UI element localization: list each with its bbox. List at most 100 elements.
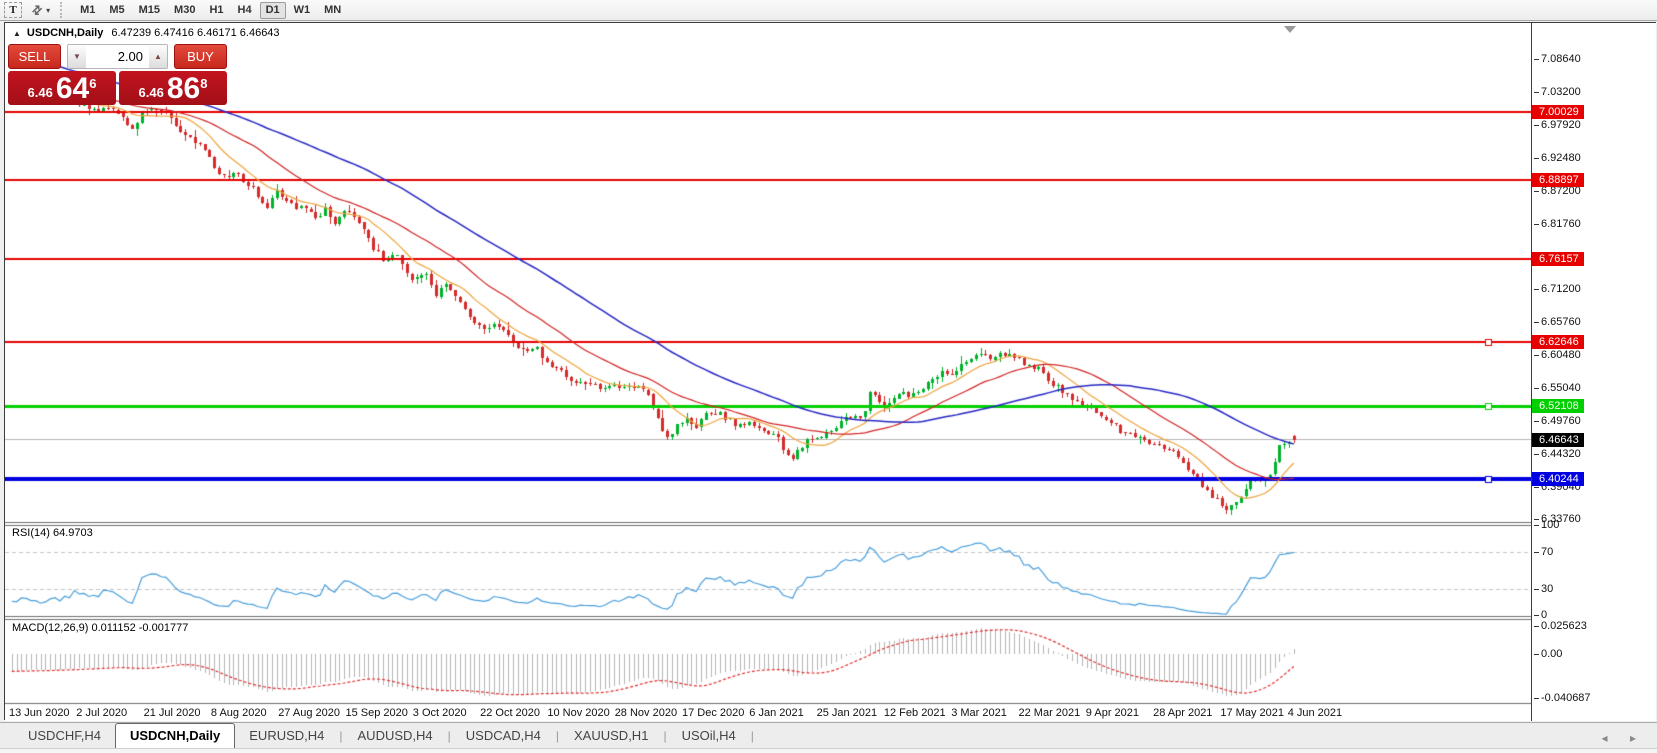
time-tick-label: 28 Apr 2021 [1153,707,1212,719]
arrange-windows-button[interactable]: ⇄ ▾ [32,2,50,19]
scale-tick-label: 7.03200 [1534,85,1581,99]
price-level-badge: 6.62646 [1532,335,1584,349]
chart-tab-usdcad[interactable]: USDCAD,H4 [452,724,555,748]
time-tick-label: 6 Jan 2021 [749,707,803,719]
timeframe-button-w1[interactable]: W1 [288,2,317,19]
chart-tab-usoil[interactable]: USOil,H4 [668,724,750,748]
arrange-arrows-icon: ⇄ [29,1,46,18]
time-tick-label: 15 Sep 2020 [346,707,408,719]
chart-tab-usdchf[interactable]: USDCHF,H4 [14,724,115,748]
text-tool-button[interactable]: T [4,2,22,19]
sell-price-prefix: 6.46 [28,83,53,103]
chart-tab-eurusd[interactable]: EURUSD,H4 [235,724,338,748]
tab-scroll-left-icon[interactable]: ◂ [1593,731,1617,745]
time-tick-label: 9 Apr 2021 [1086,707,1139,719]
chart-tab-audusd[interactable]: AUDUSD,H4 [344,724,447,748]
volume-stepper: ▼ ▲ [67,44,168,69]
price-level-badge: 6.88897 [1532,173,1584,187]
time-tick-label: 28 Nov 2020 [615,707,677,719]
time-tick-label: 17 Dec 2020 [682,707,744,719]
tab-separator: | [750,729,755,748]
rsi-label: RSI(14) 64.9703 [12,527,93,539]
volume-increase-icon[interactable]: ▲ [149,45,167,68]
time-tick-label: 12 Feb 2021 [884,707,946,719]
tab-scroll-right-icon[interactable]: ▸ [1621,731,1645,745]
price-level-badge: 6.46643 [1532,433,1584,447]
tab-scroll-controls: ◂ ▸ [1593,729,1645,747]
scale-tick-label: 6.71200 [1534,282,1581,296]
scale-tick-label: 6.44320 [1534,447,1581,461]
price-scale[interactable]: 7.086407.032006.979206.924806.872006.817… [1531,23,1656,721]
scale-tick-label: 0.00 [1534,647,1562,661]
price-level-badge: 6.76157 [1532,252,1584,266]
time-tick-label: 21 Jul 2020 [144,707,201,719]
price-level-badge: 7.00029 [1532,105,1584,119]
macd-label: MACD(12,26,9) 0.011152 -0.001777 [12,622,188,634]
time-tick-label: 3 Mar 2021 [951,707,1007,719]
chart-window: ▲ USDCNH,Daily 6.47239 6.47416 6.46171 6.4… [4,22,1656,720]
buy-price-sup: 8 [200,76,207,91]
buy-price-prefix: 6.46 [139,83,164,103]
timeframe-toolbar: M1M5M15M30H1H4D1W1MN [73,2,348,19]
scale-tick-label: 30 [1534,582,1553,596]
scale-tick-label: 6.49760 [1534,414,1581,428]
one-click-trade-panel: SELL ▼ ▲ BUY 6.46646 6.46868 [8,44,227,105]
timeframe-button-m5[interactable]: M5 [103,2,130,19]
time-tick-label: 4 Jun 2021 [1288,707,1342,719]
chart-tab-usdcnh[interactable]: USDCNH,Daily [115,723,235,748]
toolbar-grip [60,2,65,18]
sell-price-sup: 6 [89,76,96,91]
chart-symbol-title: USDCNH,Daily [27,27,103,39]
time-axis[interactable]: 13 Jun 2020 2 Jul 2020 21 Jul 2020 8 Aug 20… [5,705,1531,721]
chevron-down-icon: ▾ [46,6,50,15]
scale-tick-label: 6.92480 [1534,151,1581,165]
chart-header: ▲ USDCNH,Daily 6.47239 6.47416 6.46171 6.4… [13,27,280,39]
scale-tick-label: 6.65760 [1534,315,1581,329]
buy-price-display[interactable]: 6.46868 [119,71,227,105]
scale-tick-label: 7.08640 [1534,52,1581,66]
price-level-badge: 6.40244 [1532,472,1584,486]
scale-tick-label: 6.81760 [1534,217,1581,231]
timeframe-button-h4[interactable]: H4 [232,2,258,19]
time-tick-label: 22 Mar 2021 [1019,707,1081,719]
volume-decrease-icon[interactable]: ▼ [68,45,86,68]
timeframe-button-m30[interactable]: M30 [168,2,201,19]
time-tick-label: 17 May 2021 [1220,707,1284,719]
timeframe-button-m15[interactable]: M15 [133,2,166,19]
timeframe-button-m1[interactable]: M1 [74,2,101,19]
scale-tick-label: 0.025623 [1534,619,1587,633]
chart-tab-bar: USDCHF,H4USDCNH,DailyEURUSD,H4 | AUDUSD,H4… [0,722,1657,749]
scale-tick-label: 70 [1534,545,1553,559]
time-tick-label: 2 Jul 2020 [76,707,127,719]
sell-button[interactable]: SELL [8,44,61,69]
scale-tick-label: 6.55040 [1534,381,1581,395]
time-tick-label: 22 Oct 2020 [480,707,540,719]
time-tick-label: 10 Nov 2020 [547,707,609,719]
scale-tick-label: -0.040687 [1534,691,1591,705]
chart-shift-marker-icon[interactable] [1284,26,1296,33]
timeframe-button-h1[interactable]: H1 [203,2,229,19]
chart-ohlc-values: 6.47239 6.47416 6.46171 6.46643 [111,27,279,39]
time-tick-label: 27 Aug 2020 [278,707,340,719]
timeframe-button-mn[interactable]: MN [318,2,347,19]
buy-button[interactable]: BUY [174,44,227,69]
collapse-icon[interactable]: ▲ [13,29,21,38]
sell-price-big: 64 [56,75,89,103]
top-toolbar: T ⇄ ▾ M1M5M15M30H1H4D1W1MN [0,0,1657,21]
scale-tick-label: 6.60480 [1534,348,1581,362]
sell-price-display[interactable]: 6.46646 [8,71,116,105]
status-strip [0,749,1657,753]
price-chart-canvas[interactable] [5,23,1531,705]
volume-input[interactable] [86,45,149,68]
time-tick-label: 25 Jan 2021 [817,707,878,719]
buy-price-big: 86 [167,75,200,103]
chart-tab-xauusd[interactable]: XAUUSD,H1 [560,724,662,748]
time-tick-label: 3 Oct 2020 [413,707,467,719]
scale-tick-label: 6.97920 [1534,118,1581,132]
scale-tick-label: 100 [1534,518,1559,532]
price-level-badge: 6.52108 [1532,399,1584,413]
text-tool-icon: T [4,2,22,18]
time-tick-label: 13 Jun 2020 [9,707,70,719]
timeframe-button-d1[interactable]: D1 [260,2,286,19]
time-tick-label: 8 Aug 2020 [211,707,267,719]
